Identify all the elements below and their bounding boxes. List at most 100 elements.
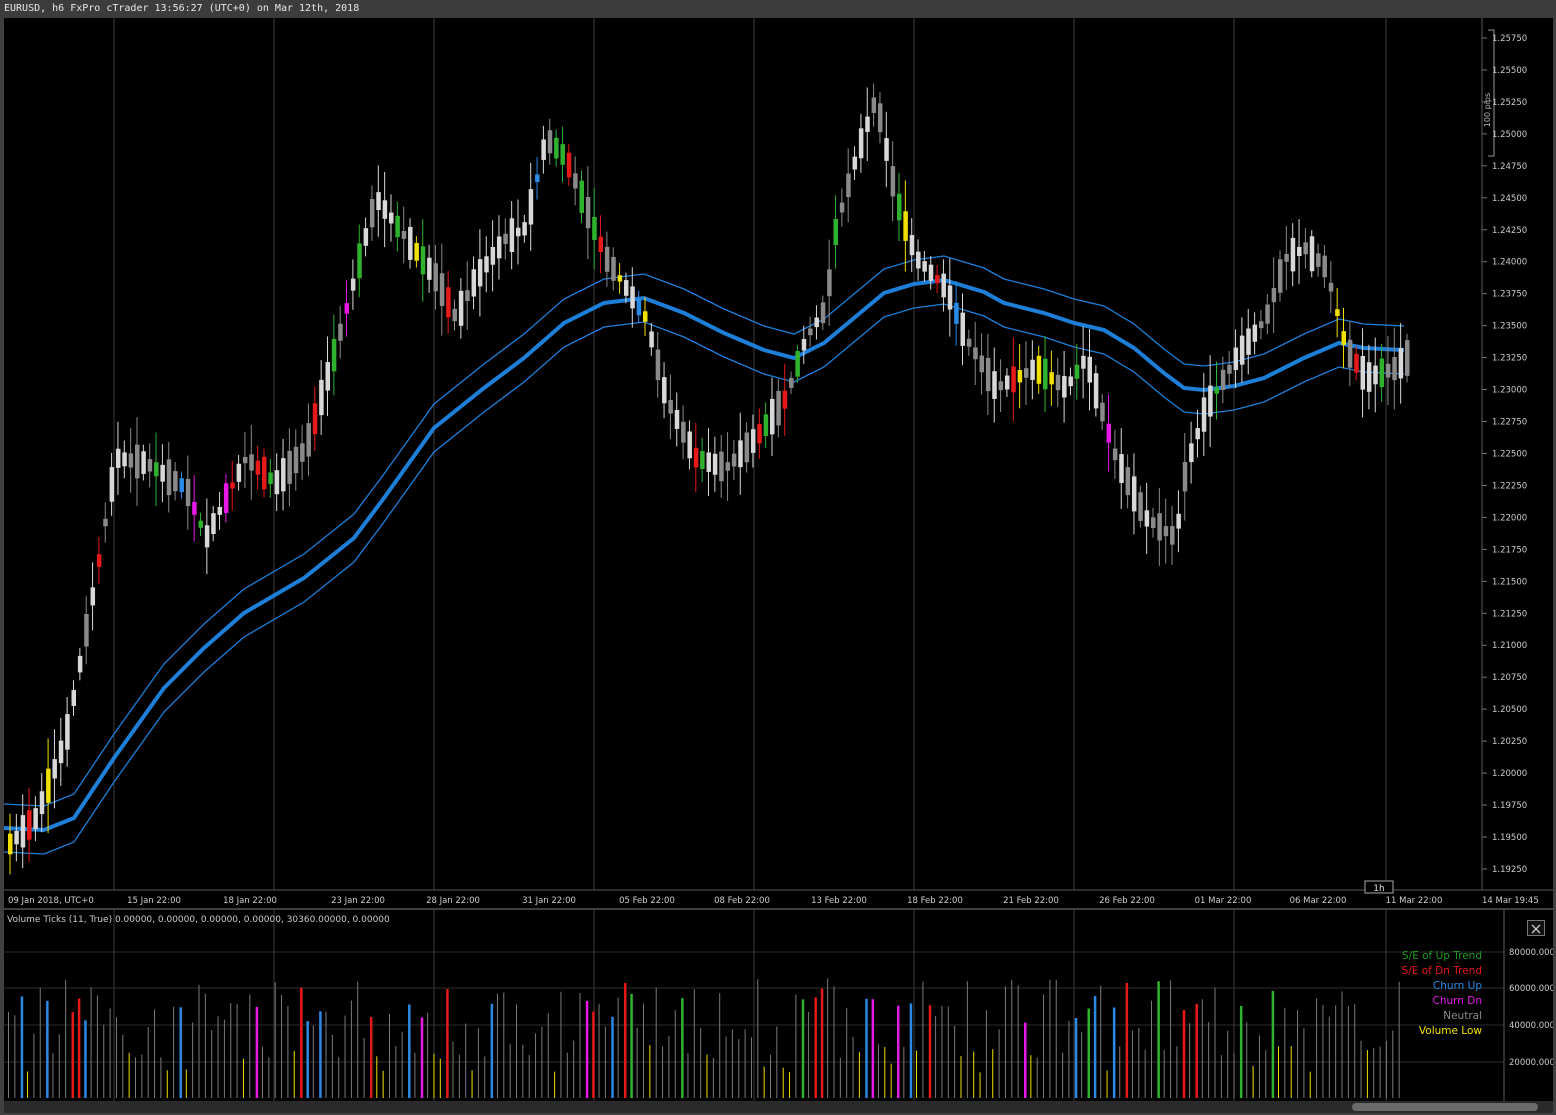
candle-body bbox=[566, 152, 572, 178]
price-tick-label: 1.22750 bbox=[1492, 418, 1527, 428]
candle-body bbox=[1093, 373, 1099, 409]
volume-bars bbox=[8, 978, 1400, 1098]
candle-body bbox=[592, 216, 597, 241]
volume-bar bbox=[389, 1014, 390, 1098]
volume-bar bbox=[1151, 1000, 1152, 1098]
candle-body bbox=[293, 446, 299, 474]
candle-body bbox=[865, 116, 870, 132]
price-chart-panel[interactable]: 1.25750 1.25500 1.25250 1.25000 1.24750 1.245… bbox=[3, 18, 1553, 908]
close-indicator-button[interactable] bbox=[1527, 920, 1545, 936]
volume-bar bbox=[979, 1072, 981, 1098]
volume-bar bbox=[217, 1016, 219, 1098]
volume-bar bbox=[1125, 983, 1129, 1098]
volume-bar bbox=[935, 1016, 937, 1098]
volume-bar bbox=[1271, 990, 1275, 1098]
volume-bar bbox=[827, 978, 829, 1098]
volume-bar bbox=[211, 1030, 213, 1098]
volume-bar bbox=[833, 986, 835, 1098]
candle-body bbox=[236, 463, 242, 482]
price-tick-label: 1.20250 bbox=[1492, 737, 1527, 747]
volume-bar bbox=[306, 1021, 309, 1098]
candle-body bbox=[1024, 368, 1029, 378]
price-tick-label: 1.22500 bbox=[1492, 449, 1527, 459]
envelope-bands bbox=[3, 255, 1405, 855]
legend-item: S/E of Up Trend bbox=[1402, 950, 1482, 962]
price-tick-label: 1.24000 bbox=[1492, 258, 1527, 268]
price-chart-canvas[interactable]: 1.25750 1.25500 1.25250 1.25000 1.24750 1.245… bbox=[3, 18, 1553, 908]
volume-bar bbox=[490, 1003, 494, 1098]
volume-bar bbox=[452, 1041, 454, 1098]
volume-bar bbox=[1138, 1027, 1140, 1098]
scrollbar-thumb[interactable] bbox=[1352, 1103, 1538, 1111]
volume-bar bbox=[274, 982, 276, 1098]
candle-body bbox=[1131, 476, 1137, 512]
volume-bar bbox=[928, 1005, 932, 1098]
volume-bar bbox=[636, 1027, 638, 1098]
volume-bar bbox=[20, 996, 24, 1098]
candle-body bbox=[1258, 321, 1264, 329]
candle-body bbox=[1290, 237, 1296, 272]
volume-bar bbox=[1087, 1008, 1090, 1098]
volume-bar bbox=[611, 1016, 614, 1098]
time-tick-label: 06 Mar 22:00 bbox=[1290, 896, 1347, 906]
candle-body bbox=[77, 655, 83, 673]
candle-body bbox=[890, 166, 896, 197]
candle-body bbox=[725, 462, 731, 471]
volume-bar bbox=[1189, 1023, 1191, 1098]
volume-bar bbox=[1011, 979, 1013, 1098]
time-axis: 09 Jan 2018, UTC+0 15 Jan 22:00 18 Jan 22:… bbox=[8, 896, 1539, 906]
volume-bar bbox=[1284, 1007, 1286, 1098]
candle-body bbox=[744, 432, 750, 463]
candle-body bbox=[179, 478, 184, 493]
volume-bar bbox=[1335, 1005, 1337, 1098]
timeframe-badge[interactable]: 1h bbox=[1364, 880, 1394, 894]
candle-body bbox=[1341, 331, 1346, 345]
candle-body bbox=[1004, 375, 1010, 390]
volume-bar bbox=[820, 988, 824, 1098]
candle-body bbox=[1081, 355, 1086, 369]
candle-body bbox=[1385, 363, 1391, 378]
volume-bar bbox=[801, 999, 805, 1098]
volume-bar bbox=[623, 983, 627, 1098]
candle-body bbox=[1316, 253, 1321, 267]
volume-bar bbox=[585, 1000, 589, 1098]
volume-bar bbox=[262, 1046, 263, 1098]
volume-chart-canvas[interactable]: Volume Ticks (11, True) 0.00000, 0.00000… bbox=[4, 910, 1555, 1101]
candle-body bbox=[96, 554, 102, 567]
candle-body bbox=[331, 338, 337, 372]
volume-bar bbox=[579, 992, 581, 1098]
volume-bar bbox=[84, 1020, 87, 1098]
volume-bar bbox=[1081, 1032, 1083, 1098]
price-tick-label: 1.19250 bbox=[1492, 865, 1527, 875]
candle-body bbox=[808, 328, 813, 336]
volume-bar bbox=[166, 1070, 168, 1098]
volume-bar bbox=[966, 981, 968, 1098]
volume-bar bbox=[147, 1027, 149, 1098]
candle-body bbox=[560, 144, 565, 165]
price-tick-label: 1.22000 bbox=[1492, 513, 1527, 523]
volume-bar bbox=[1030, 1055, 1032, 1098]
candle-body bbox=[820, 302, 826, 324]
candle-body bbox=[319, 379, 324, 416]
volume-bar bbox=[1297, 1010, 1299, 1098]
volume-bar bbox=[541, 1026, 543, 1098]
volume-bar bbox=[808, 1012, 810, 1098]
volume-bar bbox=[897, 1005, 900, 1098]
legend-item: Volume Low bbox=[1419, 1025, 1482, 1037]
candle-body bbox=[255, 460, 261, 475]
volume-bar bbox=[1373, 1048, 1375, 1098]
price-tick-label: 1.22250 bbox=[1492, 481, 1527, 491]
candle-body bbox=[903, 211, 908, 241]
time-tick-label: 21 Feb 22:00 bbox=[1003, 896, 1059, 906]
volume-indicator-panel[interactable]: Volume Ticks (11, True) 0.00000, 0.00000… bbox=[4, 910, 1555, 1101]
candle-body bbox=[1328, 282, 1334, 292]
volume-bar bbox=[312, 1025, 314, 1098]
horizontal-scrollbar[interactable] bbox=[4, 1101, 1553, 1113]
volume-bar bbox=[160, 1057, 162, 1098]
candle-body bbox=[966, 338, 972, 347]
candle-body bbox=[198, 520, 203, 528]
candle-body bbox=[935, 275, 940, 284]
volume-bar bbox=[1265, 1050, 1267, 1098]
candle-body bbox=[1119, 454, 1124, 483]
volume-bar bbox=[617, 997, 619, 1098]
